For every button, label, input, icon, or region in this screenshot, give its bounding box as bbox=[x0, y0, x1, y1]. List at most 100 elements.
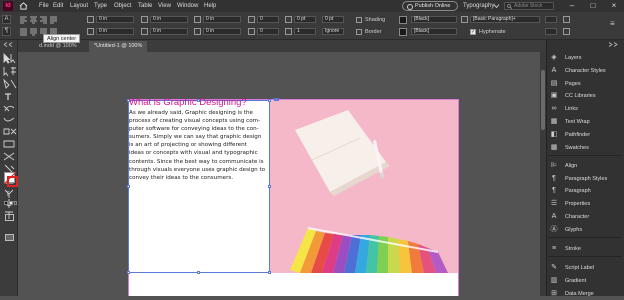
baseline-field[interactable]: 0 pt bbox=[322, 16, 344, 23]
paragraph-style-select[interactable]: [Basic Paragraph]+ bbox=[470, 16, 540, 23]
collapse-panels-icon[interactable] bbox=[608, 42, 620, 47]
preview-mode-icon[interactable] bbox=[5, 234, 14, 241]
panel-item-swatches[interactable]: ▦ Swatches bbox=[550, 142, 622, 154]
panel-item-character-styles[interactable]: A Character Styles bbox=[550, 65, 622, 77]
panel-item-text-wrap[interactable]: ▦ Text Wrap bbox=[550, 116, 622, 128]
balance-columns-icon[interactable] bbox=[563, 28, 570, 35]
span-columns-icon[interactable] bbox=[563, 16, 570, 23]
tab-document-2[interactable]: *Untitled-1 @ 100% bbox=[89, 41, 148, 52]
shading-checkbox[interactable] bbox=[356, 17, 362, 23]
menu-object[interactable]: Object bbox=[114, 0, 131, 12]
panel-item-data-merge[interactable]: ⊞ Data Merge bbox=[550, 288, 622, 300]
panel-item-glyphs[interactable]: Ⓐ Glyphs bbox=[550, 224, 622, 236]
hyphenate-checkbox[interactable]: ✓ bbox=[470, 29, 476, 35]
frame-handle[interactable] bbox=[127, 271, 130, 274]
grid-align-icon[interactable] bbox=[545, 16, 557, 23]
space-after-field[interactable]: 0 in bbox=[203, 28, 241, 35]
frame-handle[interactable] bbox=[268, 185, 271, 188]
panel-item-cc-libraries[interactable]: ▣ CC Libraries bbox=[550, 90, 622, 102]
layers-icon: ◈ bbox=[551, 54, 557, 61]
body-line: through visuals everyone uses graphic de… bbox=[129, 166, 266, 173]
frame-handle[interactable] bbox=[127, 185, 130, 188]
shading-color-select[interactable]: [Black] bbox=[411, 16, 457, 23]
drop-cap-lines-field[interactable]: 0 bbox=[257, 16, 279, 23]
frame-handle[interactable] bbox=[268, 99, 271, 102]
menu-file[interactable]: File bbox=[39, 0, 49, 12]
space-between-field[interactable]: 0 pt bbox=[294, 16, 316, 23]
panel-item-label: Pages bbox=[565, 81, 581, 87]
search-icon bbox=[507, 4, 512, 9]
home-icon[interactable] bbox=[19, 2, 28, 10]
maximize-button[interactable]: □ bbox=[583, 0, 603, 12]
menu-window[interactable]: Window bbox=[177, 0, 198, 12]
ignore-select[interactable]: Ignore bbox=[322, 28, 344, 35]
drop-cap-chars-field[interactable]: 0 bbox=[257, 28, 279, 35]
panel-item-links[interactable]: ∞ Links bbox=[550, 103, 622, 115]
format-container-icon[interactable]: T bbox=[6, 192, 10, 198]
tooltip: Align center bbox=[43, 34, 81, 43]
none-indicator-icon bbox=[4, 172, 16, 184]
panel-item-label: Character Styles bbox=[565, 68, 606, 74]
minimize-button[interactable]: – bbox=[562, 0, 582, 12]
border-label: Border bbox=[365, 29, 382, 35]
border-swatch[interactable] bbox=[399, 28, 407, 36]
drop-cap-lines-icon bbox=[248, 16, 255, 23]
panel-item-gradient[interactable]: ▥ Gradient bbox=[550, 275, 622, 287]
panel-divider bbox=[548, 256, 622, 257]
panel-menu-icon[interactable]: ≡ bbox=[610, 20, 618, 28]
right-indent-field[interactable]: 0 in bbox=[150, 16, 188, 23]
border-checkbox[interactable] bbox=[356, 29, 362, 35]
screen-mode-icon[interactable] bbox=[5, 214, 14, 221]
panel-item-label: Script Label bbox=[565, 265, 595, 271]
close-button[interactable]: × bbox=[604, 0, 624, 12]
panel-item-label: Swatches bbox=[565, 145, 589, 151]
shading-swatch[interactable] bbox=[399, 16, 407, 24]
grid-align-2-icon[interactable] bbox=[545, 28, 557, 35]
collapse-toolbar-icon[interactable] bbox=[3, 42, 15, 47]
body-line: puter software for conveying ideas to th… bbox=[129, 126, 259, 133]
app-logo: Id bbox=[3, 1, 13, 11]
in-port-icon[interactable] bbox=[274, 98, 279, 101]
paragraph-formatting-toggle[interactable]: ¶ bbox=[2, 27, 11, 36]
apply-color-icon[interactable] bbox=[4, 201, 8, 205]
apply-gradient-icon[interactable] bbox=[9, 201, 13, 205]
panel-item-character[interactable]: A Character bbox=[550, 211, 622, 223]
panel-item-script-label[interactable]: ✎ Script Label bbox=[550, 262, 622, 274]
panel-item-align[interactable]: ⊫ Align bbox=[550, 160, 622, 172]
character-styles-icon: A bbox=[551, 67, 557, 74]
workspace-switcher[interactable]: Typography bbox=[463, 0, 494, 12]
apply-none-icon[interactable] bbox=[14, 201, 17, 205]
panel-item-pages[interactable]: ▤ Pages bbox=[550, 78, 622, 90]
panel-divider bbox=[548, 237, 622, 238]
menu-table[interactable]: Table bbox=[138, 0, 152, 12]
menu-type[interactable]: Type bbox=[94, 0, 107, 12]
border-color-select[interactable]: [Black] bbox=[411, 28, 457, 35]
glyphs-icon: Ⓐ bbox=[550, 226, 558, 233]
panel-item-layers[interactable]: ◈ Layers bbox=[550, 52, 622, 64]
panel-item-pathfinder[interactable]: ◧ Pathfinder bbox=[550, 129, 622, 141]
menu-view[interactable]: View bbox=[158, 0, 171, 12]
panel-item-stroke[interactable]: ≡ Stroke bbox=[550, 243, 622, 255]
scrollbar-thumb[interactable] bbox=[541, 70, 545, 130]
tool-icons[interactable] bbox=[0, 50, 18, 290]
column-count-field[interactable]: 1 bbox=[294, 28, 316, 35]
left-indent-field[interactable]: 0 in bbox=[96, 16, 134, 23]
character-formatting-toggle[interactable]: A bbox=[2, 15, 11, 24]
menu-edit[interactable]: Edit bbox=[53, 0, 63, 12]
panel-item-paragraph-styles[interactable]: ¶ Paragraph Styles bbox=[550, 173, 622, 185]
menu-help[interactable]: Help bbox=[204, 0, 216, 12]
first-line-indent-field[interactable]: 0 in bbox=[96, 28, 134, 35]
frame-handle[interactable] bbox=[268, 271, 271, 274]
alignment-buttons[interactable] bbox=[19, 16, 71, 24]
properties-icon: ☰ bbox=[550, 200, 558, 207]
publish-online-button[interactable]: Publish Online bbox=[402, 1, 458, 11]
last-line-indent-field[interactable]: 0 in bbox=[150, 28, 188, 35]
space-before-field[interactable]: 0 in bbox=[203, 16, 241, 23]
panel-item-properties[interactable]: ☰ Properties bbox=[550, 198, 622, 210]
panel-item-paragraph[interactable]: ¶ Paragraph bbox=[550, 185, 622, 197]
character-icon: A bbox=[551, 213, 557, 220]
menu-layout[interactable]: Layout bbox=[70, 0, 88, 12]
body-line: sumers. Simply we can say that graphic d… bbox=[129, 134, 262, 141]
frame-handle[interactable] bbox=[197, 271, 200, 274]
panel-item-label: Paragraph Styles bbox=[565, 176, 608, 182]
